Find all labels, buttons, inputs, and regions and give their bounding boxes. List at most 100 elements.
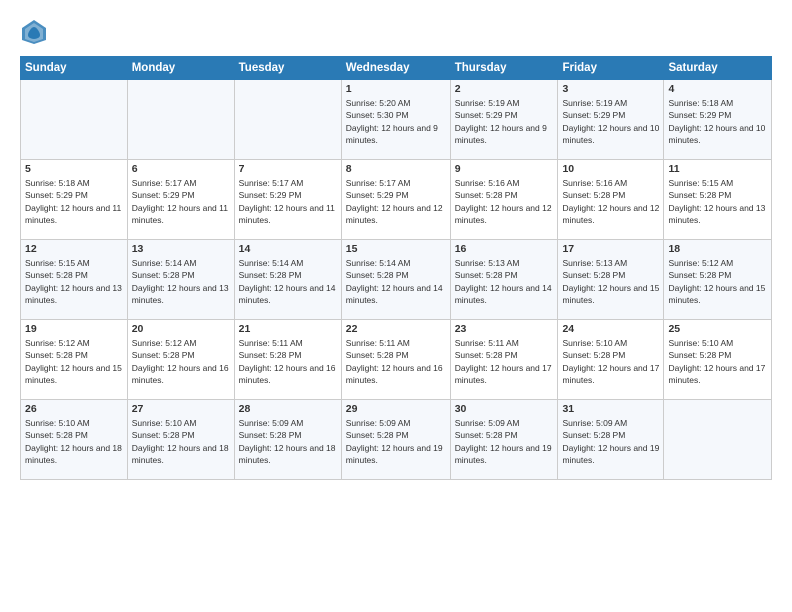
day-number: 20: [132, 323, 230, 335]
cell-details: Sunrise: 5:19 AMSunset: 5:29 PMDaylight:…: [455, 97, 554, 146]
cell-details: Sunrise: 5:14 AMSunset: 5:28 PMDaylight:…: [239, 257, 337, 306]
calendar-cell: 24 Sunrise: 5:10 AMSunset: 5:28 PMDayligh…: [558, 320, 664, 400]
calendar: SundayMondayTuesdayWednesdayThursdayFrid…: [20, 56, 772, 480]
calendar-cell: 6Sunrise: 5:17 AMSunset: 5:29 PMDaylight…: [127, 160, 234, 240]
cell-details: Sunrise: 5:09 AMSunset: 5:28 PMDaylight:…: [239, 417, 337, 466]
calendar-cell: 16 Sunrise: 5:13 AMSunset: 5:28 PMDayligh…: [450, 240, 558, 320]
day-number: 18: [668, 243, 767, 255]
weekday-header-tuesday: Tuesday: [234, 57, 341, 80]
cell-details: Sunrise: 5:17 AMSunset: 5:29 PMDaylight:…: [239, 177, 337, 226]
day-number: 11: [668, 163, 767, 175]
cell-details: Sunrise: 5:13 AMSunset: 5:28 PMDaylight:…: [562, 257, 659, 306]
day-number: 1: [346, 83, 446, 95]
calendar-cell: 1 Sunrise: 5:20 AMSunset: 5:30 PMDaylight…: [341, 80, 450, 160]
day-number: 19: [25, 323, 123, 335]
cell-details: Sunrise: 5:15 AMSunset: 5:28 PMDaylight:…: [668, 177, 767, 226]
calendar-body: 1 Sunrise: 5:20 AMSunset: 5:30 PMDaylight…: [21, 80, 772, 480]
calendar-cell: 28 Sunrise: 5:09 AMSunset: 5:28 PMDayligh…: [234, 400, 341, 480]
cell-details: Sunrise: 5:11 AMSunset: 5:28 PMDaylight:…: [346, 337, 446, 386]
calendar-cell: 14 Sunrise: 5:14 AMSunset: 5:28 PMDayligh…: [234, 240, 341, 320]
calendar-cell: 25Sunrise: 5:10 AMSunset: 5:28 PMDayligh…: [664, 320, 772, 400]
calendar-row-1: 5 Sunrise: 5:18 AMSunset: 5:29 PMDaylight…: [21, 160, 772, 240]
weekday-header-thursday: Thursday: [450, 57, 558, 80]
calendar-cell: 29 Sunrise: 5:09 AMSunset: 5:28 PMDayligh…: [341, 400, 450, 480]
cell-details: Sunrise: 5:11 AMSunset: 5:28 PMDaylight:…: [455, 337, 554, 386]
page: SundayMondayTuesdayWednesdayThursdayFrid…: [0, 0, 792, 612]
cell-details: Sunrise: 5:18 AMSunset: 5:29 PMDaylight:…: [25, 177, 123, 226]
cell-details: Sunrise: 5:18 AMSunset: 5:29 PMDaylight:…: [668, 97, 767, 146]
cell-details: Sunrise: 5:14 AMSunset: 5:28 PMDaylight:…: [346, 257, 446, 306]
weekday-header-row: SundayMondayTuesdayWednesdayThursdayFrid…: [21, 57, 772, 80]
calendar-cell: [127, 80, 234, 160]
cell-details: Sunrise: 5:12 AMSunset: 5:28 PMDaylight:…: [25, 337, 123, 386]
day-number: 22: [346, 323, 446, 335]
calendar-cell: 10 Sunrise: 5:16 AMSunset: 5:28 PMDayligh…: [558, 160, 664, 240]
calendar-cell: [21, 80, 128, 160]
calendar-cell: 23 Sunrise: 5:11 AMSunset: 5:28 PMDayligh…: [450, 320, 558, 400]
day-number: 4: [668, 83, 767, 95]
logo: [20, 18, 52, 46]
day-number: 28: [239, 403, 337, 415]
calendar-header: SundayMondayTuesdayWednesdayThursdayFrid…: [21, 57, 772, 80]
calendar-cell: 9 Sunrise: 5:16 AMSunset: 5:28 PMDaylight…: [450, 160, 558, 240]
weekday-header-sunday: Sunday: [21, 57, 128, 80]
day-number: 9: [455, 163, 554, 175]
day-number: 24: [562, 323, 659, 335]
day-number: 21: [239, 323, 337, 335]
calendar-cell: 3 Sunrise: 5:19 AMSunset: 5:29 PMDaylight…: [558, 80, 664, 160]
day-number: 7: [239, 163, 337, 175]
calendar-cell: 27Sunrise: 5:10 AMSunset: 5:28 PMDayligh…: [127, 400, 234, 480]
cell-details: Sunrise: 5:11 AMSunset: 5:28 PMDaylight:…: [239, 337, 337, 386]
day-number: 25: [668, 323, 767, 335]
cell-details: Sunrise: 5:10 AMSunset: 5:28 PMDaylight:…: [132, 417, 230, 466]
cell-details: Sunrise: 5:14 AMSunset: 5:28 PMDaylight:…: [132, 257, 230, 306]
cell-details: Sunrise: 5:15 AMSunset: 5:28 PMDaylight:…: [25, 257, 123, 306]
weekday-header-wednesday: Wednesday: [341, 57, 450, 80]
calendar-cell: 13Sunrise: 5:14 AMSunset: 5:28 PMDayligh…: [127, 240, 234, 320]
logo-icon: [20, 18, 48, 46]
calendar-cell: 7 Sunrise: 5:17 AMSunset: 5:29 PMDaylight…: [234, 160, 341, 240]
cell-details: Sunrise: 5:13 AMSunset: 5:28 PMDaylight:…: [455, 257, 554, 306]
day-number: 3: [562, 83, 659, 95]
day-number: 12: [25, 243, 123, 255]
calendar-cell: 19 Sunrise: 5:12 AMSunset: 5:28 PMDayligh…: [21, 320, 128, 400]
day-number: 16: [455, 243, 554, 255]
cell-details: Sunrise: 5:17 AMSunset: 5:29 PMDaylight:…: [132, 177, 230, 226]
cell-details: Sunrise: 5:10 AMSunset: 5:28 PMDaylight:…: [25, 417, 123, 466]
cell-details: Sunrise: 5:20 AMSunset: 5:30 PMDaylight:…: [346, 97, 446, 146]
day-number: 14: [239, 243, 337, 255]
day-number: 29: [346, 403, 446, 415]
day-number: 23: [455, 323, 554, 335]
day-number: 15: [346, 243, 446, 255]
day-number: 10: [562, 163, 659, 175]
day-number: 5: [25, 163, 123, 175]
calendar-row-3: 19 Sunrise: 5:12 AMSunset: 5:28 PMDayligh…: [21, 320, 772, 400]
cell-details: Sunrise: 5:09 AMSunset: 5:28 PMDaylight:…: [562, 417, 659, 466]
cell-details: Sunrise: 5:09 AMSunset: 5:28 PMDaylight:…: [455, 417, 554, 466]
cell-details: Sunrise: 5:19 AMSunset: 5:29 PMDaylight:…: [562, 97, 659, 146]
calendar-cell: 2 Sunrise: 5:19 AMSunset: 5:29 PMDaylight…: [450, 80, 558, 160]
day-number: 17: [562, 243, 659, 255]
weekday-header-monday: Monday: [127, 57, 234, 80]
day-number: 2: [455, 83, 554, 95]
cell-details: Sunrise: 5:10 AMSunset: 5:28 PMDaylight:…: [562, 337, 659, 386]
cell-details: Sunrise: 5:12 AMSunset: 5:28 PMDaylight:…: [132, 337, 230, 386]
calendar-cell: 8Sunrise: 5:17 AMSunset: 5:29 PMDaylight…: [341, 160, 450, 240]
calendar-cell: 4 Sunrise: 5:18 AMSunset: 5:29 PMDaylight…: [664, 80, 772, 160]
calendar-cell: 15 Sunrise: 5:14 AMSunset: 5:28 PMDayligh…: [341, 240, 450, 320]
day-number: 30: [455, 403, 554, 415]
calendar-row-4: 26Sunrise: 5:10 AMSunset: 5:28 PMDayligh…: [21, 400, 772, 480]
cell-details: Sunrise: 5:16 AMSunset: 5:28 PMDaylight:…: [562, 177, 659, 226]
calendar-row-2: 12 Sunrise: 5:15 AMSunset: 5:28 PMDayligh…: [21, 240, 772, 320]
weekday-header-saturday: Saturday: [664, 57, 772, 80]
cell-details: Sunrise: 5:12 AMSunset: 5:28 PMDaylight:…: [668, 257, 767, 306]
calendar-cell: 20 Sunrise: 5:12 AMSunset: 5:28 PMDayligh…: [127, 320, 234, 400]
calendar-cell: 30 Sunrise: 5:09 AMSunset: 5:28 PMDayligh…: [450, 400, 558, 480]
calendar-row-0: 1 Sunrise: 5:20 AMSunset: 5:30 PMDaylight…: [21, 80, 772, 160]
weekday-header-friday: Friday: [558, 57, 664, 80]
calendar-cell: 5 Sunrise: 5:18 AMSunset: 5:29 PMDaylight…: [21, 160, 128, 240]
cell-details: Sunrise: 5:09 AMSunset: 5:28 PMDaylight:…: [346, 417, 446, 466]
cell-details: Sunrise: 5:16 AMSunset: 5:28 PMDaylight:…: [455, 177, 554, 226]
calendar-cell: 17 Sunrise: 5:13 AMSunset: 5:28 PMDayligh…: [558, 240, 664, 320]
calendar-cell: 31Sunrise: 5:09 AMSunset: 5:28 PMDayligh…: [558, 400, 664, 480]
